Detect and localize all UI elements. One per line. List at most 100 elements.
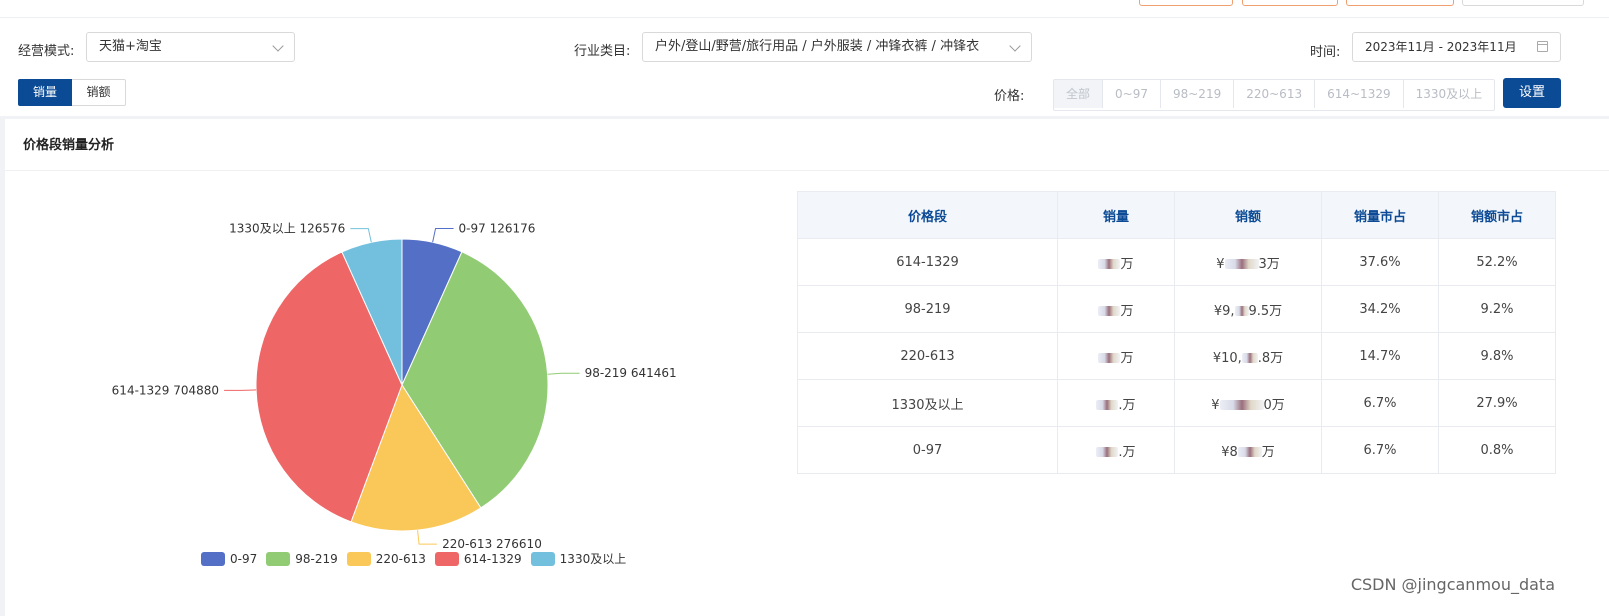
redacted-value (1224, 259, 1259, 269)
mode-select-value: 天猫+淘宝 (99, 39, 162, 54)
top-action-button-1[interactable] (1139, 0, 1233, 6)
revenue-cell: ¥3万 (1174, 238, 1322, 286)
legend-item[interactable]: 98-219 (266, 551, 338, 566)
price-segment-table: 价格段 销量 销额 销量市占 销额市占 614-1329 万 ¥3万 37.6%… (797, 191, 1556, 474)
column-header: 销量 (1057, 191, 1175, 239)
redacted-value (1098, 306, 1121, 316)
redacted-value (1096, 447, 1119, 457)
pie-label-line (432, 228, 454, 243)
time-range-picker[interactable]: 2023年11月 - 2023年11月 (1352, 32, 1561, 62)
legend-label: 1330及以上 (559, 552, 627, 566)
watermark: CSDN @jingcanmou_data (1350, 575, 1555, 594)
settings-button[interactable]: 设置 (1503, 78, 1561, 108)
mode-label: 经营模式: (18, 44, 75, 59)
revenue-cell: ¥10, .8万 (1174, 332, 1322, 380)
redacted-value (1237, 447, 1262, 457)
sales-cell: 万 (1057, 332, 1175, 380)
legend-label: 614-1329 (463, 551, 522, 566)
price-option-98-219[interactable]: 98~219 (1161, 80, 1235, 108)
pie-label-line (350, 228, 372, 243)
sales-cell: .万 (1057, 426, 1175, 474)
redacted-value (1098, 259, 1121, 269)
top-action-button-3[interactable] (1346, 0, 1454, 6)
revenue-share-cell: 9.2% (1438, 285, 1556, 333)
price-label: 价格: (994, 89, 1025, 104)
top-action-button-2[interactable] (1242, 0, 1338, 6)
pie-data-label: 0-97 126176 (459, 222, 536, 236)
legend-item[interactable]: 0-97 (201, 551, 258, 566)
filter-bar: 经营模式: 天猫+淘宝 行业类目: 户外/登山/野营/旅行用品 / 户外服装 /… (0, 18, 1609, 116)
segment-cell: 98-219 (797, 285, 1058, 333)
revenue-share-cell: 52.2% (1438, 238, 1556, 286)
revenue-share-cell: 0.8% (1438, 426, 1556, 474)
volume-share-cell: 14.7% (1321, 332, 1439, 380)
price-option-220-613[interactable]: 220~613 (1234, 80, 1316, 108)
sales-cell: .万 (1057, 379, 1175, 427)
table-row: 614-1329 万 ¥3万 37.6% 52.2% (797, 238, 1556, 286)
column-header: 销量市占 (1321, 191, 1439, 239)
mode-select[interactable]: 天猫+淘宝 (86, 32, 295, 62)
segment-cell: 1330及以上 (797, 379, 1058, 427)
redacted-value (1234, 306, 1249, 316)
legend-swatch (434, 551, 459, 566)
price-option-all[interactable]: 全部 (1054, 80, 1104, 108)
industry-select-value: 户外/登山/野营/旅行用品 / 户外服装 / 冲锋衣裤 / 冲锋衣 (655, 39, 980, 54)
table-row: 1330及以上 .万 ¥0万 6.7% 27.9% (797, 379, 1556, 427)
column-header: 销额市占 (1438, 191, 1556, 239)
redacted-value (1241, 353, 1258, 363)
top-strip (0, 0, 1609, 18)
legend-swatch (530, 551, 555, 566)
table-row: 98-219 万 ¥9, 9.5万 34.2% 9.2% (797, 285, 1556, 333)
tab-sales-amount[interactable]: 销额 (72, 79, 126, 106)
volume-share-cell: 34.2% (1321, 285, 1439, 333)
chart-legend: 0-97 98-219 220-613 614-1329 1330及以上 (201, 550, 635, 567)
revenue-cell: ¥9, 9.5万 (1174, 285, 1322, 333)
segment-cell: 0-97 (797, 426, 1058, 474)
segment-cell: 220-613 (797, 332, 1058, 380)
price-option-1330-plus[interactable]: 1330及以上 (1404, 80, 1495, 108)
price-option-614-1329[interactable]: 614~1329 (1315, 80, 1404, 108)
volume-share-cell: 6.7% (1321, 426, 1439, 474)
column-header: 价格段 (797, 191, 1058, 239)
legend-label: 0-97 (230, 551, 258, 566)
price-option-0-97[interactable]: 0~97 (1103, 80, 1161, 108)
column-header: 销额 (1174, 191, 1322, 239)
pie-data-label: 220-613 276610 (442, 537, 542, 551)
price-range-selector: 全部 0~97 98~219 220~613 614~1329 1330及以上 (1053, 79, 1496, 111)
revenue-share-cell: 27.9% (1438, 379, 1556, 427)
pie-data-label: 614-1329 704880 (112, 383, 219, 397)
revenue-share-cell: 9.8% (1438, 332, 1556, 380)
industry-label: 行业类目: (574, 44, 631, 59)
time-range-value: 2023年11月 - 2023年11月 (1365, 40, 1517, 54)
legend-swatch (346, 551, 371, 566)
sales-cell: 万 (1057, 285, 1175, 333)
legend-swatch (201, 551, 225, 566)
legend-item[interactable]: 220-613 (346, 551, 426, 566)
industry-select[interactable]: 户外/登山/野营/旅行用品 / 户外服装 / 冲锋衣裤 / 冲锋衣 (642, 32, 1032, 62)
table-header-row: 价格段 销量 销额 销量市占 销额市占 (797, 191, 1556, 239)
top-action-button-4[interactable] (1462, 0, 1584, 6)
volume-share-cell: 6.7% (1321, 379, 1439, 427)
legend-item[interactable]: 1330及以上 (530, 550, 627, 567)
redacted-value (1219, 400, 1264, 410)
analysis-panel: 价格段销量分析 0-97 126176 98-219 641461 220-613 … (5, 119, 1609, 616)
pie-chart: 0-97 126176 98-219 641461 220-613 276610 61… (112, 222, 677, 552)
chevron-down-icon (272, 40, 284, 52)
legend-label: 220-613 (375, 551, 426, 566)
metric-toggle: 销量 销额 (18, 79, 126, 106)
redacted-value (1096, 400, 1119, 410)
sales-cell: 万 (1057, 238, 1175, 286)
legend-item[interactable]: 614-1329 (434, 551, 522, 566)
segment-cell: 614-1329 (797, 238, 1058, 286)
volume-share-cell: 37.6% (1321, 238, 1439, 286)
tab-sales-volume[interactable]: 销量 (18, 79, 72, 106)
pie-data-label: 98-219 641461 (585, 366, 677, 380)
redacted-value (1098, 353, 1121, 363)
legend-label: 98-219 (295, 551, 338, 566)
chevron-down-icon (1009, 40, 1021, 52)
pie-label-line (417, 530, 438, 545)
table-row: 0-97 .万 ¥8 万 6.7% 0.8% (797, 426, 1556, 474)
table-row: 220-613 万 ¥10, .8万 14.7% 9.8% (797, 332, 1556, 380)
pie-label-line (547, 372, 580, 375)
pie-data-label: 1330及以上 126576 (229, 222, 345, 236)
